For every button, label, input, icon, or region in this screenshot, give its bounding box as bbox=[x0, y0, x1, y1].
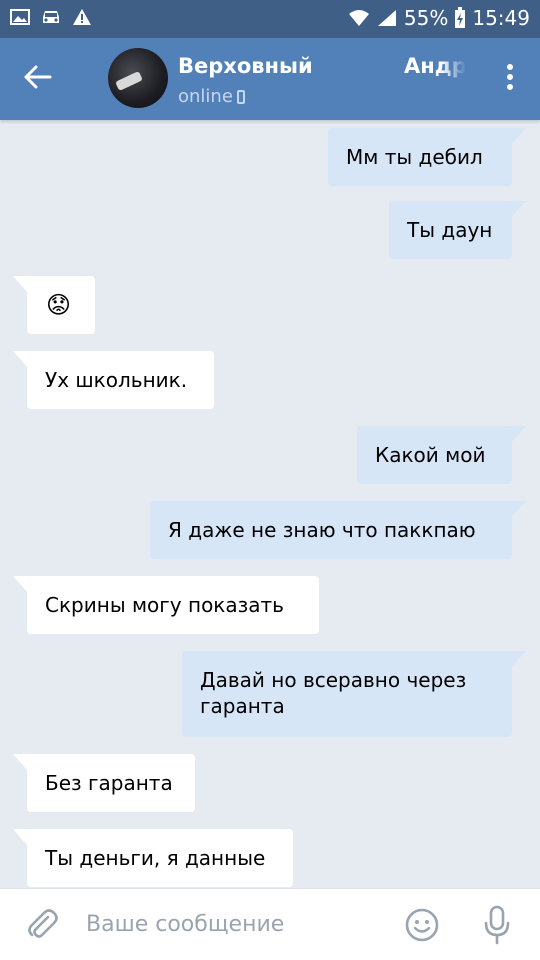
message-text: Мм ты дебил bbox=[346, 145, 483, 169]
message-incoming[interactable]: Без гаранта bbox=[13, 754, 195, 812]
message-incoming[interactable]: Скрины могу показать bbox=[13, 576, 319, 634]
online-status-label: online bbox=[178, 86, 233, 107]
arrow-left-icon[interactable] bbox=[20, 60, 54, 94]
warning-icon bbox=[73, 9, 91, 25]
message-incoming[interactable]: Ты деньги, я данные bbox=[13, 829, 293, 887]
message-incoming[interactable]: 😟 bbox=[13, 276, 95, 334]
message-emoji: 😟 bbox=[46, 291, 72, 319]
message-text: Давай но всеравно через гаранта bbox=[200, 668, 467, 718]
smile-icon[interactable] bbox=[404, 907, 440, 943]
status-bar: 55% 15:49 bbox=[0, 0, 540, 38]
clock: 15:49 bbox=[472, 6, 530, 30]
message-outgoing[interactable]: Давай но всеравно через гаранта bbox=[182, 651, 526, 737]
battery-percent: 55% bbox=[403, 6, 449, 30]
paperclip-icon[interactable] bbox=[24, 907, 60, 943]
signal-icon bbox=[377, 10, 396, 26]
contact-name-second[interactable]: Андр bbox=[404, 54, 466, 78]
chat-header: Верховный Андр online bbox=[0, 38, 540, 120]
more-vertical-icon[interactable] bbox=[506, 64, 514, 94]
message-text: Скрины могу показать bbox=[45, 593, 284, 617]
message-text: Какой мой bbox=[375, 443, 486, 467]
image-icon bbox=[10, 9, 30, 25]
message-incoming[interactable]: Ух школьник. bbox=[13, 351, 214, 409]
message-text: Ты даун bbox=[407, 218, 493, 242]
message-text: Ты деньги, я данные bbox=[45, 846, 266, 870]
message-text: Без гаранта bbox=[45, 771, 173, 795]
message-composer bbox=[0, 888, 540, 960]
microphone-icon[interactable] bbox=[482, 905, 512, 945]
message-text: Ух школьник. bbox=[45, 368, 188, 392]
online-status: online bbox=[178, 86, 245, 107]
battery-charging-icon bbox=[455, 7, 466, 28]
message-outgoing[interactable]: Мм ты дебил bbox=[328, 128, 526, 186]
car-icon bbox=[43, 11, 59, 23]
avatar[interactable] bbox=[108, 48, 168, 108]
message-outgoing[interactable]: Я даже не знаю что паккпаю bbox=[150, 501, 526, 559]
message-outgoing[interactable]: Какой мой bbox=[357, 426, 526, 484]
wifi-icon bbox=[348, 10, 369, 26]
contact-name[interactable]: Верховный bbox=[178, 54, 313, 78]
message-text: Я даже не знаю что паккпаю bbox=[168, 518, 476, 542]
message-input[interactable] bbox=[86, 909, 386, 939]
message-outgoing[interactable]: Ты даун bbox=[389, 201, 526, 259]
message-list[interactable]: Мм ты дебил Ты даун 😟 Ух школьник. Какой… bbox=[0, 120, 540, 888]
phone-icon bbox=[236, 89, 245, 104]
